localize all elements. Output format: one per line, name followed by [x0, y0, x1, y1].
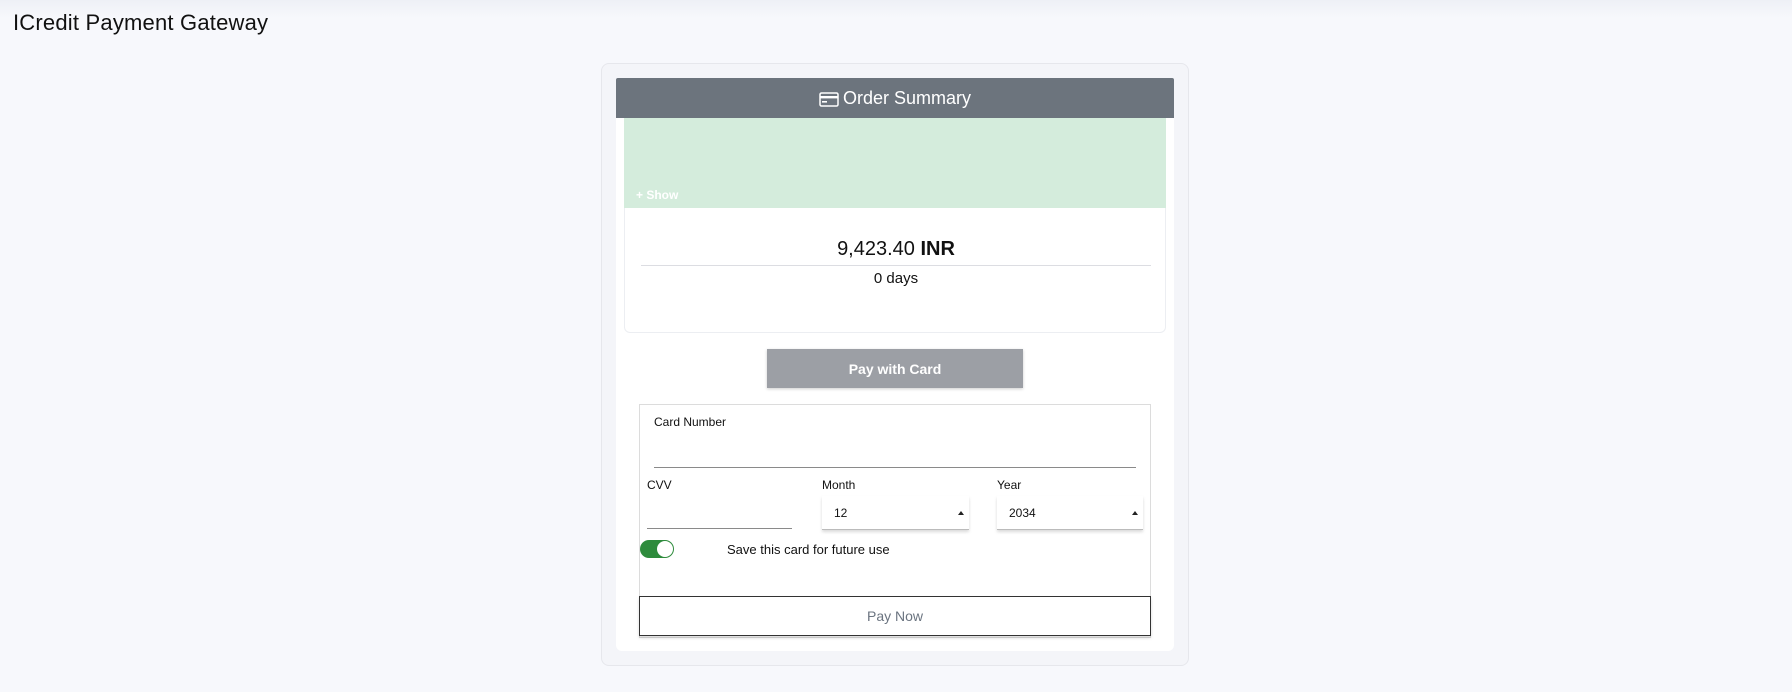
amount-card: 9,423.40 INR 0 days [624, 208, 1166, 333]
caret-up-icon [958, 511, 964, 515]
payment-panel: Order Summary + Show 9,423.40 INR 0 days… [601, 63, 1189, 666]
year-label: Year [997, 478, 1022, 492]
cvv-input[interactable] [647, 506, 792, 529]
show-details-link[interactable]: + Show [636, 188, 678, 202]
caret-up-icon [1132, 511, 1138, 515]
pay-with-card-button[interactable]: Pay with Card [767, 349, 1023, 388]
order-summary-header: Order Summary [616, 78, 1174, 118]
save-card-toggle[interactable] [640, 540, 674, 558]
top-shade [0, 0, 1792, 18]
card-number-label: Card Number [654, 415, 727, 429]
amount-currency: INR [920, 238, 955, 260]
month-select[interactable]: 12 [822, 496, 969, 530]
save-card-label: Save this card for future use [727, 542, 890, 557]
month-value: 12 [834, 505, 848, 520]
card-form: Card Number CVV Month 12 Year 2034 Save … [639, 404, 1151, 638]
credit-card-icon [819, 91, 839, 107]
toggle-knob [657, 541, 673, 557]
pay-now-button[interactable]: Pay Now [639, 596, 1151, 636]
order-days: 0 days [873, 270, 919, 287]
order-summary-card: Order Summary + Show 9,423.40 INR 0 days… [616, 78, 1174, 651]
order-summary-title: Order Summary [842, 87, 972, 108]
cvv-label: CVV [647, 478, 672, 492]
year-select[interactable]: 2034 [997, 496, 1143, 530]
year-value: 2034 [1009, 505, 1036, 520]
order-details-area: + Show [624, 118, 1166, 208]
page-title: ICredit Payment Gateway [13, 10, 269, 35]
month-label: Month [822, 478, 856, 492]
amount-value: 9,423.40 [837, 238, 915, 260]
card-number-input[interactable] [654, 445, 1136, 468]
order-amount: 9,423.40 INR [641, 238, 1151, 266]
